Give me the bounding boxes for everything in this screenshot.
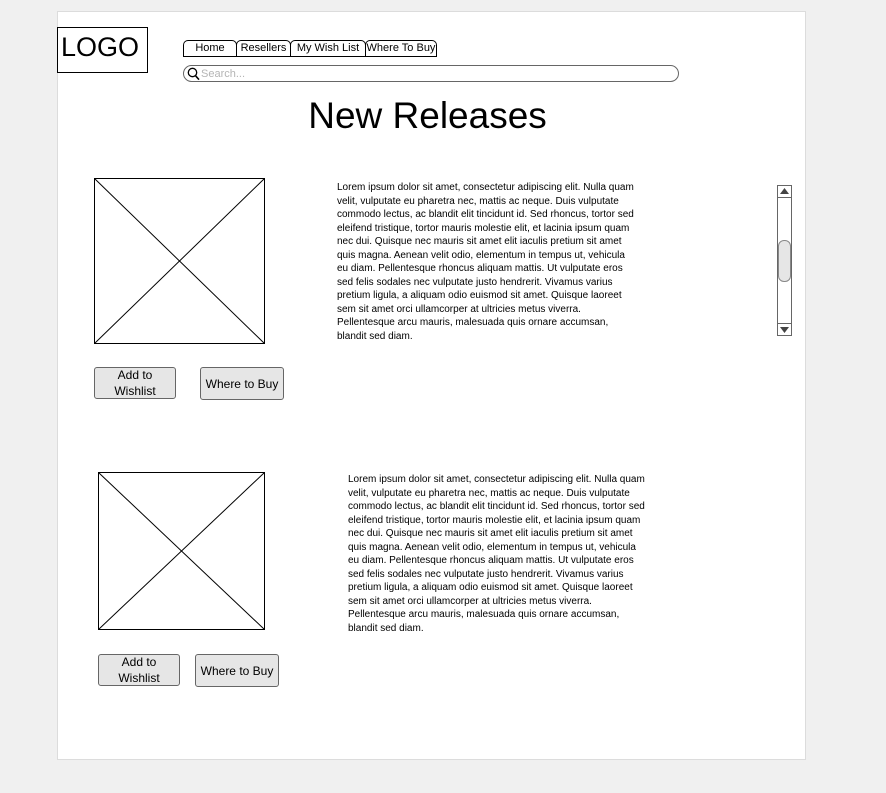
add-to-wishlist-button[interactable]: Add to Wishlist: [94, 367, 176, 399]
tab-baseline: [183, 56, 437, 57]
tab-where-to-buy[interactable]: Where To Buy: [365, 40, 437, 56]
logo[interactable]: LOGO: [57, 27, 148, 73]
where-to-buy-button[interactable]: Where to Buy: [200, 367, 284, 400]
image-placeholder-icon: [98, 472, 265, 630]
tab-home[interactable]: Home: [183, 40, 237, 56]
search-bar[interactable]: [183, 65, 679, 82]
scroll-down-arrow-icon[interactable]: [778, 323, 791, 335]
image-placeholder-icon: [94, 178, 265, 344]
product-description: Lorem ipsum dolor sit amet, consectetur …: [337, 182, 634, 342]
search-icon: [187, 67, 200, 81]
scroll-up-arrow-icon[interactable]: [778, 186, 791, 198]
product-description: Lorem ipsum dolor sit amet, consectetur …: [348, 474, 645, 634]
tab-resellers[interactable]: Resellers: [236, 40, 291, 56]
add-to-wishlist-button[interactable]: Add to Wishlist: [98, 654, 180, 686]
tab-my-wish-list[interactable]: My Wish List: [290, 40, 366, 56]
search-input[interactable]: [201, 66, 661, 81]
page-title: New Releases: [308, 95, 547, 136]
vertical-scrollbar[interactable]: [777, 185, 792, 336]
where-to-buy-button[interactable]: Where to Buy: [195, 654, 279, 687]
scrollbar-thumb[interactable]: [778, 240, 791, 282]
